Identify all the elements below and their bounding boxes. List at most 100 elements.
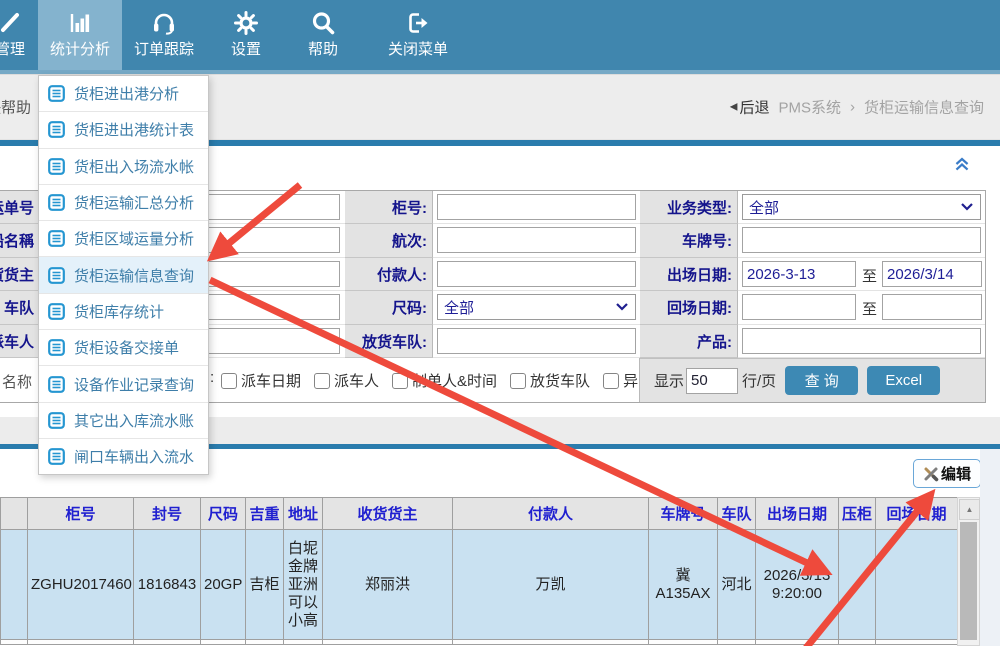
nav-item-label: 帮助: [308, 38, 338, 59]
double-chevron-up-icon: [952, 155, 972, 173]
scroll-up-button[interactable]: ▲: [959, 499, 980, 520]
tools-icon: [923, 466, 939, 482]
colon-separator: :: [210, 369, 214, 386]
field-label-voyage: 航次:: [345, 224, 433, 258]
return-date-to-input[interactable]: [882, 294, 982, 320]
date-range-separator: 至: [862, 298, 877, 319]
menu-item-gate-vehicle-flow[interactable]: 闸口车辆出入流水: [39, 439, 208, 474]
menu-item-other-warehouse-ledger[interactable]: 其它出入库流水账: [39, 403, 208, 439]
query-button[interactable]: 查 询: [785, 366, 858, 395]
table-header-row: 柜号 封号 尺码 吉重 地址 收货货主 付款人 车牌号 车队 出场日期 压柜 回…: [1, 498, 958, 530]
checkbox-icon: [221, 373, 237, 389]
column-header[interactable]: 收货货主: [323, 498, 453, 530]
cell-return-date: [876, 530, 958, 640]
cell-address: 白坭金牌亚洲可以小高: [284, 530, 323, 640]
checkbox-icon: [392, 373, 408, 389]
table-row[interactable]: [1, 640, 958, 645]
checkbox-icon: [314, 373, 330, 389]
excel-button[interactable]: Excel: [867, 366, 940, 395]
doc-icon: [48, 267, 65, 284]
doc-icon: [48, 158, 65, 175]
exit-date-from-input[interactable]: [742, 261, 856, 287]
scrollbar-thumb[interactable]: [960, 522, 977, 640]
rows-unit-label: 行/页: [742, 370, 776, 391]
column-header[interactable]: 尺码: [201, 498, 246, 530]
menu-item-equipment-work-log[interactable]: 设备作业记录查询: [39, 366, 208, 402]
size-select[interactable]: 全部: [437, 294, 636, 320]
column-header[interactable]: 回场日期: [876, 498, 958, 530]
column-header[interactable]: 吉重: [246, 498, 284, 530]
doc-icon: [48, 339, 65, 356]
tools-icon: [0, 9, 23, 36]
payer-input[interactable]: [437, 261, 636, 287]
field-label-size: 尺码:: [345, 291, 433, 325]
menu-item-region-volume[interactable]: 货柜区域运量分析: [39, 221, 208, 257]
field-label-return-date: 回场日期:: [640, 291, 738, 325]
cell-consignee: 郑丽洪: [323, 530, 453, 640]
nav-item-settings[interactable]: 设置: [210, 0, 282, 70]
container-no-input[interactable]: [437, 194, 636, 220]
menu-item-yard-in-out-ledger[interactable]: 货柜出入场流水帐: [39, 149, 208, 185]
checkbox-abnormal[interactable]: 异: [603, 370, 638, 391]
collapse-panel-button[interactable]: [952, 155, 972, 173]
release-fleet-input[interactable]: [437, 328, 636, 354]
column-header[interactable]: 付款人: [453, 498, 649, 530]
checkbox-maker-time[interactable]: 制单人&时间: [392, 370, 497, 391]
vertical-scrollbar[interactable]: ▲: [957, 497, 980, 646]
menu-item-transport-summary[interactable]: 货柜运输汇总分析: [39, 185, 208, 221]
return-date-from-input[interactable]: [742, 294, 856, 320]
nav-item-label: 关闭菜单: [388, 38, 448, 59]
field-label-payer: 付款人:: [345, 258, 433, 291]
column-header[interactable]: 封号: [134, 498, 201, 530]
exit-date-to-input[interactable]: [882, 261, 982, 287]
breadcrumb: ◀ 后退 PMS系统 › 货柜运输信息查询: [730, 97, 984, 118]
checkbox-dispatch-date[interactable]: 派车日期: [221, 370, 301, 391]
cell-payer: 万凯: [453, 530, 649, 640]
checkbox-icon: [510, 373, 526, 389]
voyage-input[interactable]: [437, 227, 636, 253]
column-header[interactable]: 压柜: [839, 498, 876, 530]
column-header[interactable]: 出场日期: [756, 498, 839, 530]
column-header[interactable]: [1, 498, 28, 530]
nav-item-statistics[interactable]: 统计分析: [38, 0, 122, 70]
menu-item-port-in-out-analysis[interactable]: 货柜进出港分析: [39, 76, 208, 112]
cell-hold: [839, 530, 876, 640]
menu-item-port-in-out-report[interactable]: 货柜进出港统计表: [39, 112, 208, 148]
field-label-release-fleet: 放货车队:: [345, 325, 433, 358]
rows-per-page-input[interactable]: [686, 368, 738, 394]
results-table: 柜号 封号 尺码 吉重 地址 收货货主 付款人 车牌号 车队 出场日期 压柜 回…: [0, 497, 958, 645]
checkbox-release-fleet[interactable]: 放货车队: [510, 370, 590, 391]
column-header[interactable]: 柜号: [28, 498, 134, 530]
nav-item-order-tracking[interactable]: 订单跟踪: [122, 0, 206, 70]
column-header[interactable]: 车牌号: [649, 498, 718, 530]
nav-item-help[interactable]: 帮助: [287, 0, 359, 70]
menu-item-transport-info-query[interactable]: 货柜运输信息查询: [39, 257, 208, 293]
column-header[interactable]: 地址: [284, 498, 323, 530]
menu-item-equipment-handover[interactable]: 货柜设备交接单: [39, 330, 208, 366]
field-label-exit-date: 出场日期:: [640, 258, 738, 291]
field-label-waybill: 运单号: [0, 191, 40, 224]
page-background-strip: [980, 449, 1000, 646]
back-button[interactable]: ◀ 后退: [730, 97, 770, 118]
nav-item-label: 设置: [231, 38, 261, 59]
table-row[interactable]: ZGHU2017460 1816843 20GP 吉柜 白坭金牌亚洲可以小高 郑…: [1, 530, 958, 640]
plate-no-input[interactable]: [742, 227, 981, 253]
chevron-down-icon: [616, 303, 628, 311]
field-label-fleet: 车队: [0, 291, 40, 325]
edit-button-label: 编辑: [941, 463, 971, 484]
menu-item-inventory-stats[interactable]: 货柜库存统计: [39, 294, 208, 330]
quick-help-text: 快帮助: [0, 97, 31, 118]
edit-button[interactable]: 编辑: [913, 459, 981, 488]
nav-item-close-menu[interactable]: 关闭菜单: [370, 0, 466, 70]
breadcrumb-root[interactable]: PMS系统: [778, 97, 841, 118]
chevron-down-icon: [961, 203, 973, 211]
product-input[interactable]: [742, 328, 981, 354]
doc-icon: [48, 194, 65, 211]
cell-weight: 吉柜: [246, 530, 284, 640]
checkbox-dispatcher[interactable]: 派车人: [314, 370, 379, 391]
column-header[interactable]: 车队: [718, 498, 756, 530]
business-type-select[interactable]: 全部: [742, 194, 981, 220]
bar-chart-icon: [67, 9, 93, 36]
nav-bottom-strip: [0, 70, 1000, 74]
field-label-plate-no: 车牌号:: [640, 224, 738, 258]
